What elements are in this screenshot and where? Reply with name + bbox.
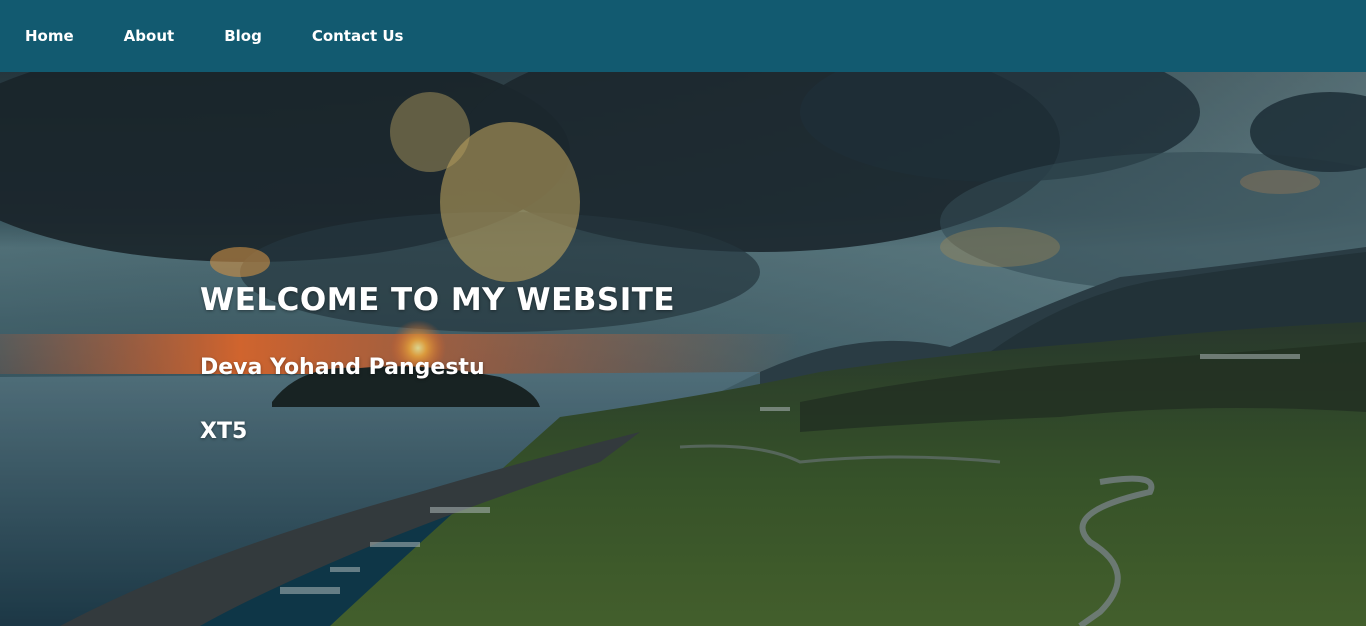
hero-class-label: XT5 bbox=[200, 419, 248, 444]
top-navbar: Home About Blog Contact Us bbox=[0, 0, 1366, 72]
nav-link-contact-us[interactable]: Contact Us bbox=[312, 27, 404, 45]
nav-link-blog[interactable]: Blog bbox=[224, 27, 262, 45]
nav-link-home[interactable]: Home bbox=[25, 27, 74, 45]
hero-title: WELCOME TO MY WEBSITE bbox=[200, 282, 676, 318]
hero-author-name: Deva Yohand Pangestu bbox=[200, 355, 485, 380]
hero-section: WELCOME TO MY WEBSITE Deva Yohand Panges… bbox=[0, 72, 1366, 626]
hero-background-image bbox=[0, 72, 1366, 626]
nav-link-about[interactable]: About bbox=[124, 27, 175, 45]
